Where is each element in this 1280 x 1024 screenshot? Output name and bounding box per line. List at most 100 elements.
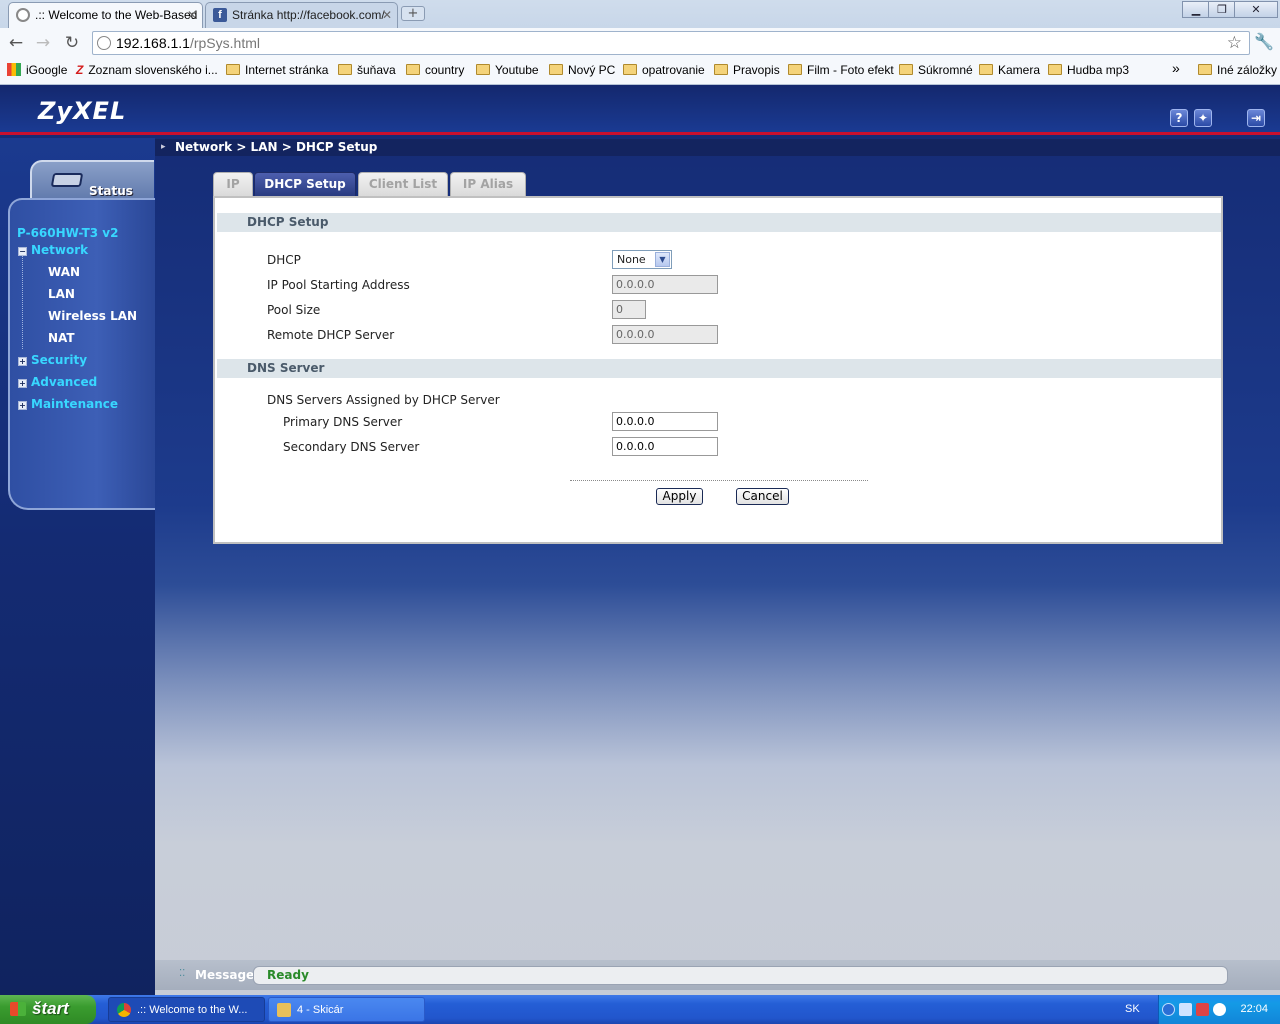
pool-size-label: Pool Size [267,303,321,317]
tab-dhcp-setup[interactable]: DHCP Setup [254,172,356,197]
bookmark-youtube[interactable]: Youtube [476,63,539,77]
url-host: 192.168.1.1 [116,35,190,51]
collapse-icon[interactable]: − [18,247,27,256]
menu-nat[interactable]: NAT [48,331,75,345]
model-name: P-660HW-T3 v2 [17,226,119,240]
router-page: ZyXEL ? ✦ ⇥ Status P-660HW-T3 v2 − Networ… [0,85,1280,995]
taskbar-item-paint[interactable]: 4 - Skicár [268,997,425,1022]
folder-icon [1198,64,1212,75]
igoogle-icon [7,63,21,76]
dns-assigned-label: DNS Servers Assigned by DHCP Server [267,393,500,407]
bookmark-star-icon[interactable]: ☆ [1227,33,1242,53]
close-icon[interactable]: ✕ [187,3,197,27]
bookmark-country[interactable]: country [406,63,464,77]
back-icon[interactable]: ← [5,32,27,54]
apply-button[interactable]: Apply [656,488,703,505]
bookmark-igoogle[interactable]: iGoogle [7,63,67,77]
status-label: Status [89,184,133,198]
bookmark-opatrovanie[interactable]: opatrovanie [623,63,705,77]
divider [570,480,868,481]
browser-tab-facebook[interactable]: f Stránka http://facebook.com/ ✕ [205,2,398,28]
breadcrumb: ▸ Network > LAN > DHCP Setup [155,139,1280,156]
globe-icon [16,8,30,22]
bookmarks-bar: iGoogle Z Zoznam slovenského i... Interne… [0,58,1280,85]
browser-tab-zyxel[interactable]: .:: Welcome to the Web-Based ✕ [8,2,203,28]
security-alert-icon[interactable] [1196,1003,1209,1016]
folder-icon [549,64,563,75]
new-tab-button[interactable]: + [401,6,425,21]
bookmark-sukromne[interactable]: Súkromné [899,63,973,77]
bookmarks-overflow-button[interactable]: » [1172,60,1180,76]
windows-logo-icon [10,1002,26,1016]
help-icon[interactable]: ? [1170,109,1188,127]
start-button[interactable]: štart [0,995,96,1024]
primary-dns-field[interactable]: 0.0.0.0 [612,412,718,431]
network-icon[interactable] [1179,1003,1192,1016]
cancel-button[interactable]: Cancel [736,488,789,505]
tab-client-list[interactable]: Client List [358,172,448,196]
menu-wan[interactable]: WAN [48,265,80,279]
facebook-icon: f [213,8,227,22]
browser-window: .:: Welcome to the Web-Based ✕ f Stránka… [0,0,1280,85]
tab-ip[interactable]: IP [213,172,253,196]
pool-start-field[interactable]: 0.0.0.0 [612,275,718,294]
folder-icon [476,64,490,75]
secondary-dns-label: Secondary DNS Server [283,440,420,454]
url-path: /rpSys.html [189,35,260,51]
bookmark-zoznam[interactable]: Z Zoznam slovenského i... [76,63,218,77]
expand-icon[interactable]: + [18,379,27,388]
bookmark-novy-pc[interactable]: Nový PC [549,63,615,77]
folder-icon [899,64,913,75]
menu-network[interactable]: − Network [18,243,88,257]
menu-advanced[interactable]: + Advanced [18,375,97,389]
dhcp-select-value: None [617,253,646,266]
taskbar: štart .:: Welcome to the W... 4 - Skicár… [0,995,1280,1024]
minimize-button[interactable]: ▁ [1182,1,1210,18]
folder-icon [979,64,993,75]
secondary-dns-field[interactable]: 0.0.0.0 [612,437,718,456]
wrench-icon[interactable]: 🔧 [1254,32,1274,51]
menu-wireless-lan[interactable]: Wireless LAN [48,309,137,323]
dhcp-label: DHCP [267,253,301,267]
message-label: Message [195,968,255,982]
breadcrumb-arrow-icon: ▸ [161,142,166,152]
reload-icon[interactable]: ↻ [61,32,83,54]
remote-dhcp-field[interactable]: 0.0.0.0 [612,325,718,344]
expand-icon[interactable]: + [18,401,27,410]
bookmark-pravopis[interactable]: Pravopis [714,63,780,77]
taskbar-item-chrome[interactable]: .:: Welcome to the W... [108,997,265,1022]
language-indicator[interactable]: SK [1125,1003,1140,1015]
chevron-down-icon[interactable]: ▼ [655,252,670,267]
pool-size-field[interactable]: 0 [612,300,646,319]
tray-expand-icon[interactable] [1162,1003,1175,1016]
tab-ip-alias[interactable]: IP Alias [450,172,526,196]
zyxel-logo: ZyXEL [38,97,127,125]
page-info-icon[interactable] [97,36,111,50]
address-bar[interactable]: 192.168.1.1/rpSys.html ☆ [92,31,1250,55]
window-close-button[interactable]: ✕ [1234,1,1278,18]
menu-maintenance[interactable]: + Maintenance [18,397,118,411]
wizard-icon[interactable]: ✦ [1194,109,1212,127]
bookmark-hudba[interactable]: Hudba mp3 [1048,63,1129,77]
close-icon[interactable]: ✕ [382,3,392,27]
folder-icon [623,64,637,75]
folder-icon [714,64,728,75]
dhcp-select[interactable]: None ▼ [612,250,672,269]
bookmark-sunava[interactable]: šuňava [338,63,396,77]
tab-title: .:: Welcome to the Web-Based [35,8,198,22]
menu-lan[interactable]: LAN [48,287,75,301]
logout-icon[interactable]: ⇥ [1247,109,1265,127]
bookmark-kamera[interactable]: Kamera [979,63,1040,77]
zoznam-icon: Z [76,63,84,77]
expand-icon[interactable]: + [18,357,27,366]
breadcrumb-text: Network > LAN > DHCP Setup [175,140,378,154]
other-bookmarks[interactable]: Iné záložky [1198,63,1277,77]
folder-icon [1048,64,1062,75]
folder-icon [406,64,420,75]
update-icon[interactable] [1213,1003,1226,1016]
restore-button[interactable]: ❐ [1208,1,1236,18]
bookmark-film-foto[interactable]: Film - Foto efekt [788,63,894,77]
bookmark-internet-stranka[interactable]: Internet stránka [226,63,328,77]
forward-icon[interactable]: → [32,32,54,54]
menu-security[interactable]: + Security [18,353,87,367]
